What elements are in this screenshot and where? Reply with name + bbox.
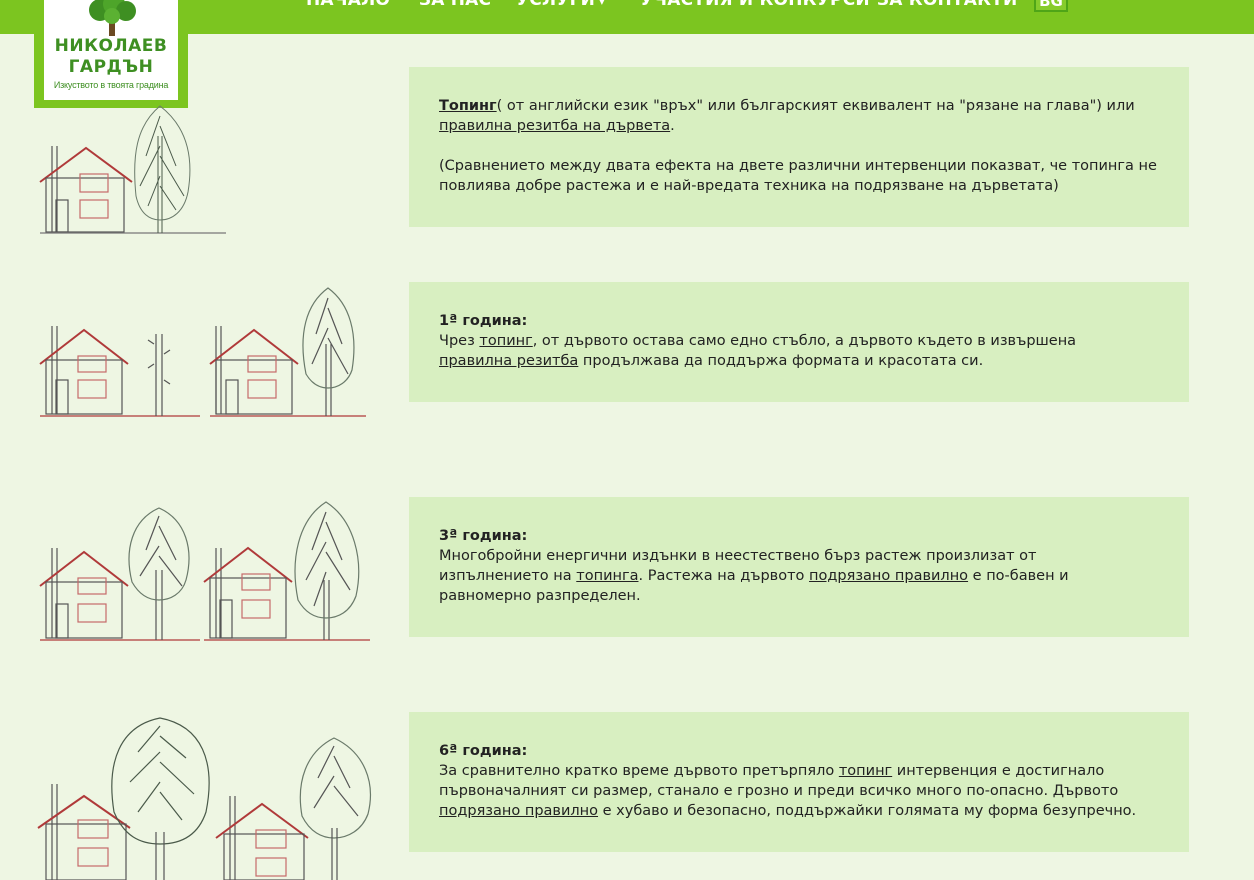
year-6-topping-link[interactable]: топинг [839, 763, 892, 779]
logo-tagline: Изкуството в твоята градина [53, 80, 169, 90]
topping-definition-text: Топинг( от английски език "връх" или бъл… [439, 96, 1159, 136]
year-6-pruned-correctly-link[interactable]: подрязано правилно [439, 803, 598, 819]
year-1-proper-pruning-link[interactable]: правилна резитба [439, 353, 578, 369]
year-6-heading: 6ª година: [439, 743, 528, 759]
year-3-card: 3ª година: Многобройни енергични издънки… [409, 497, 1189, 637]
year-1-text: Чрез топинг, от дървото остава само едно… [439, 331, 1159, 371]
year-1-part3: продължава да поддържа формата и красота… [578, 353, 984, 369]
year-6-card: 6ª година: За сравнително кратко време д… [409, 712, 1189, 852]
year-1-part1: Чрез [439, 333, 480, 349]
nav-contests[interactable]: УЧАСТИЯ И КОНКУРСИ [640, 0, 870, 10]
topping-definition-part1: ( от английски език "връх" или български… [496, 98, 1135, 114]
chevron-down-icon: ▾ [599, 0, 605, 8]
illustration-year-6 [37, 717, 372, 880]
topping-comparison-note: (Сравнението между двата ефекта на двете… [439, 158, 1157, 194]
tree-logo-icon [89, 0, 136, 36]
nav-services-label: УСЛУГИ [516, 0, 596, 10]
year-6-part1: За сравнително кратко време дървото прет… [439, 763, 839, 779]
illustration-house-tree-1 [39, 105, 226, 234]
site-logo[interactable]: НИКОЛАЕВ ГАРДЪН Изкуството в твоята град… [34, 0, 188, 108]
topping-definition-card: Топинг( от английски език "връх" или бъл… [409, 67, 1189, 227]
nav-services[interactable]: УСЛУГИ ▾ [516, 0, 605, 12]
logo-line2: ГАРДЪН [68, 57, 154, 77]
illustration-year-3 [39, 501, 370, 641]
year-3-part2: . Растежа на дървото [638, 568, 810, 584]
year-6-text: За сравнително кратко време дървото прет… [439, 761, 1149, 821]
year-3-pruned-correctly-link[interactable]: подрязано правилно [809, 568, 968, 584]
topping-definition-end: . [670, 118, 675, 134]
topping-link[interactable]: Топинг [439, 98, 497, 114]
year-3-heading: 3ª година: [439, 528, 528, 544]
logo-box: НИКОЛАЕВ ГАРДЪН Изкуството в твоята град… [44, 0, 178, 100]
logo-line1: НИКОЛАЕВ [54, 36, 168, 56]
year-6-part3: е хубаво и безопасно, поддържайки голяма… [598, 803, 1137, 819]
language-switcher[interactable]: BG [1034, 0, 1068, 12]
year-1-heading: 1ª година: [439, 313, 528, 329]
nav-contacts[interactable]: ЗА КОНТАКТИ [877, 0, 1017, 10]
year-3-text: Многобройни енергични издънки в неестест… [439, 546, 1089, 606]
nav-about[interactable]: ЗА НАС [419, 0, 491, 10]
year-3-topping-link[interactable]: топинга [576, 568, 638, 584]
year-1-topping-link[interactable]: топинг [479, 333, 532, 349]
illustration-year-1 [39, 287, 366, 417]
logo-title: НИКОЛАЕВ ГАРДЪН [44, 36, 178, 78]
nav-home[interactable]: НАЧАЛО [306, 0, 390, 10]
year-1-card: 1ª година: Чрез топинг, от дървото остав… [409, 282, 1189, 402]
proper-pruning-link[interactable]: правилна резитба на дървета [439, 118, 670, 134]
year-1-part2: , от дървото остава само едно стъбло, а … [532, 333, 1077, 349]
